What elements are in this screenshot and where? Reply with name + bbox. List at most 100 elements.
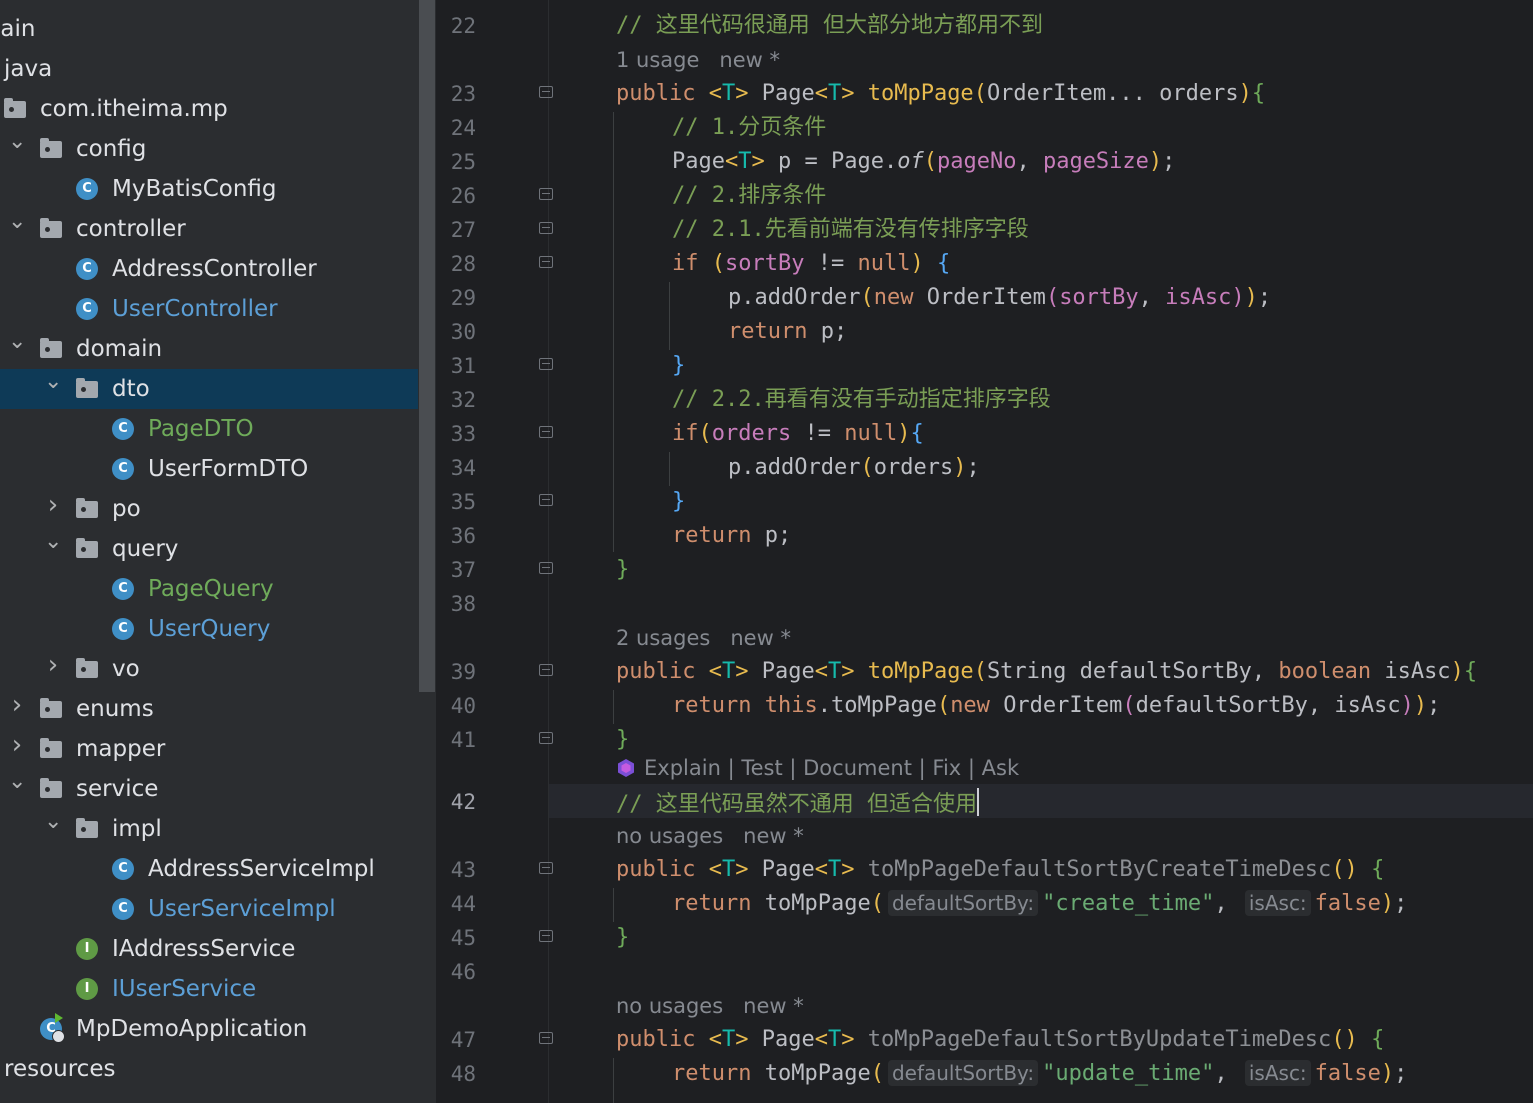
code-line-22[interactable]: // 这里代码很通用 但大部分地方都用不到 (616, 12, 1043, 40)
test-action[interactable]: Test (741, 756, 782, 780)
tree-item[interactable]: ⌄ impl (0, 809, 418, 849)
tree-item[interactable]: C UserQuery (0, 609, 418, 649)
usages-lens[interactable]: no usages new * (616, 992, 804, 1020)
chevron-down-icon[interactable]: ⌄ (8, 331, 26, 353)
fold-marker-icon[interactable] (539, 664, 555, 680)
tree-item[interactable]: › vo (0, 649, 418, 689)
code-line-24[interactable]: // 1.分页条件 (672, 114, 826, 142)
tree-item[interactable]: main (0, 9, 418, 49)
chevron-down-icon[interactable]: ⌄ (8, 131, 26, 153)
line-number: 35 (450, 490, 476, 514)
indent-guide (669, 452, 670, 486)
code-line-27[interactable]: // 2.1.先看前端有没有传排序字段 (672, 216, 1029, 244)
code-line-42[interactable]: // 这里代码虽然不通用 但适合使用 (616, 788, 979, 819)
chevron-down-icon[interactable]: ⌄ (8, 771, 26, 793)
code-line-32[interactable]: // 2.2.再看有没有手动指定排序字段 (672, 386, 1051, 414)
chevron-down-icon[interactable]: ⌄ (44, 371, 62, 393)
usages-lens[interactable]: 2 usages new * (616, 624, 791, 652)
fold-marker-icon[interactable] (539, 562, 555, 578)
tree-item[interactable]: com.itheima.mp (0, 89, 418, 129)
code-line-31[interactable]: } (672, 352, 685, 380)
fold-marker-icon[interactable] (539, 86, 555, 102)
chevron-right-icon[interactable]: › (44, 492, 62, 518)
tree-item[interactable]: C PageQuery (0, 569, 418, 609)
chevron-right-icon[interactable]: › (44, 652, 62, 678)
tree-item[interactable]: resources (0, 1049, 418, 1089)
chevron-right-icon[interactable]: › (8, 692, 26, 718)
code-line-26[interactable]: // 2.排序条件 (672, 182, 826, 210)
tree-item[interactable]: ⌄ config (0, 129, 418, 169)
explain-action[interactable]: Explain (644, 756, 721, 780)
tree-item-label: PageQuery (148, 576, 274, 602)
tree-item[interactable]: C MpDemoApplication (0, 1009, 418, 1049)
document-action[interactable]: Document (803, 756, 912, 780)
tree-item[interactable]: › mapper (0, 729, 418, 769)
code-line-44[interactable]: return toMpPage(defaultSortBy: "create_ti… (672, 890, 1407, 918)
folder-icon (76, 658, 98, 680)
tree-item-label: UserQuery (148, 616, 271, 642)
code-line-36[interactable]: return p; (672, 522, 791, 550)
tree-item[interactable]: ⌄ query (0, 529, 418, 569)
fold-marker-icon[interactable] (539, 256, 555, 272)
tree-item[interactable]: ⌄ dto (0, 369, 418, 409)
fold-marker-icon[interactable] (539, 732, 555, 748)
line-number: 33 (450, 422, 476, 446)
tree-item-label: dto (112, 376, 150, 402)
tree-item-label: impl (112, 816, 162, 842)
project-tree[interactable]: main java com.itheima.mp ⌄ config C MyBatisCon… (0, 0, 418, 1103)
tree-item[interactable]: java (0, 49, 418, 89)
tree-item[interactable]: C AddressController (0, 249, 418, 289)
indent-guide (613, 112, 614, 552)
separator: | (967, 756, 975, 780)
line-number: 45 (450, 926, 476, 950)
code-line-30[interactable]: return p; (728, 318, 847, 346)
chevron-down-icon[interactable]: ⌄ (8, 211, 26, 233)
chevron-down-icon[interactable]: ⌄ (44, 531, 62, 553)
code-line-35[interactable]: } (672, 488, 685, 516)
code-line-34[interactable]: p.addOrder(orders); (728, 454, 980, 482)
code-line-41[interactable]: } (616, 726, 629, 754)
code-line-40[interactable]: return this.toMpPage(new OrderItem(defau… (672, 692, 1440, 720)
code-line-45[interactable]: } (616, 924, 629, 952)
fold-marker-icon[interactable] (539, 494, 555, 510)
tree-item[interactable]: I IAddressService (0, 929, 418, 969)
fold-marker-icon[interactable] (539, 930, 555, 946)
usages-lens[interactable]: 1 usage new * (616, 46, 780, 74)
tree-item[interactable]: ⌄ domain (0, 329, 418, 369)
code-line-28[interactable]: if (sortBy != null) { (672, 250, 950, 278)
project-tree-scrollbar-thumb[interactable] (419, 0, 435, 692)
usages-lens[interactable]: no usages new * (616, 822, 804, 850)
fold-marker-icon[interactable] (539, 222, 555, 238)
code-line-25[interactable]: Page<T> p = Page.of(pageNo, pageSize); (672, 148, 1175, 176)
code-line-29[interactable]: p.addOrder(new OrderItem(sortBy, isAsc))… (728, 284, 1271, 312)
fix-action[interactable]: Fix (932, 756, 961, 780)
separator: | (789, 756, 797, 780)
fold-marker-icon[interactable] (539, 862, 555, 878)
chevron-down-icon[interactable]: ⌄ (44, 811, 62, 833)
tree-item[interactable]: C AddressServiceImpl (0, 849, 418, 889)
tree-item[interactable]: C UserServiceImpl (0, 889, 418, 929)
tree-item[interactable]: C UserController (0, 289, 418, 329)
fold-marker-icon[interactable] (539, 426, 555, 442)
code-line-37[interactable]: } (616, 556, 629, 584)
tree-item[interactable]: C UserFormDTO (0, 449, 418, 489)
tree-item[interactable]: ⌄ controller (0, 209, 418, 249)
fold-marker-icon[interactable] (539, 1032, 555, 1048)
code-line-33[interactable]: if(orders != null){ (672, 420, 924, 448)
tree-item[interactable]: C MyBatisConfig (0, 169, 418, 209)
tree-item[interactable]: › enums (0, 689, 418, 729)
tree-item[interactable]: C PageDTO (0, 409, 418, 449)
code-line-23[interactable]: public <T> Page<T> toMpPage(OrderItem...… (616, 80, 1265, 108)
code-line-39[interactable]: public <T> Page<T> toMpPage(String defau… (616, 658, 1477, 686)
fold-marker-icon[interactable] (539, 188, 555, 204)
chevron-right-icon[interactable]: › (8, 732, 26, 758)
code-line-47[interactable]: public <T> Page<T> toMpPageDefaultSortBy… (616, 1026, 1384, 1054)
ask-action[interactable]: Ask (982, 756, 1019, 780)
tree-item[interactable]: ⌄ service (0, 769, 418, 809)
fold-marker-icon[interactable] (539, 358, 555, 374)
code-line-48[interactable]: return toMpPage(defaultSortBy: "update_ti… (672, 1060, 1407, 1088)
tree-item[interactable]: › po (0, 489, 418, 529)
code-line-43[interactable]: public <T> Page<T> toMpPageDefaultSortBy… (616, 856, 1384, 884)
tree-item-label: domain (76, 336, 163, 362)
tree-item[interactable]: I IUserService (0, 969, 418, 1009)
